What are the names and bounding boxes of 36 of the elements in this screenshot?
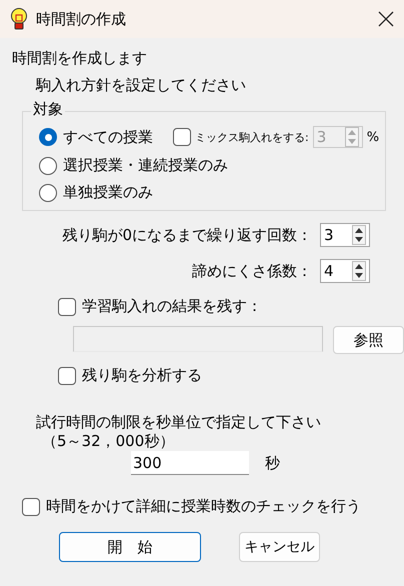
percent-unit: %	[366, 130, 380, 144]
dialog-button[interactable]: キャンセル	[239, 532, 320, 562]
number-spinbox[interactable]: 4	[320, 259, 370, 283]
dialog-button[interactable]: 開 始	[59, 532, 201, 562]
checkbox-label[interactable]: 時間をかけて詳細に授業時数のチェックを行う	[46, 497, 361, 516]
radio-button[interactable]	[39, 184, 57, 202]
number-spinbox[interactable]: 3	[320, 223, 370, 247]
mix-label: ミックス駒入れをする:	[195, 130, 309, 144]
checkbox[interactable]	[22, 498, 40, 516]
time-limit-text: 試行時間の制限を秒単位で指定して下さい	[36, 413, 322, 432]
window-title: 時間割の作成	[36, 10, 127, 28]
spin-value: 3	[316, 128, 328, 146]
group-legend: 対象	[31, 100, 65, 119]
instruction-text: 駒入れ方針を設定してください	[36, 76, 247, 95]
spin-arrows-icon[interactable]	[352, 261, 366, 281]
radio-label[interactable]: 選択授業・連続授業のみ	[63, 156, 228, 175]
range-text: （5～32，000秒）	[42, 432, 176, 451]
spin-value: 4	[324, 262, 335, 280]
light-bulb-icon	[10, 8, 28, 30]
seconds-input[interactable]: 300	[131, 451, 249, 475]
checkbox-label[interactable]: 残り駒を分析する	[82, 366, 202, 385]
spinner-label: 諦めにくさ係数：	[192, 262, 312, 280]
checkbox-label[interactable]: 学習駒入れの結果を残す：	[82, 297, 262, 316]
radio-button[interactable]	[39, 156, 57, 174]
seconds-unit: 秒	[265, 454, 280, 472]
spin-arrows-icon[interactable]	[352, 225, 366, 245]
radio-label[interactable]: 単独授業のみ	[63, 183, 153, 202]
spinner-label: 残り駒が0になるまで繰り返す回数：	[62, 226, 312, 244]
checkbox[interactable]	[58, 366, 76, 384]
intro-text: 時間割を作成します	[12, 49, 148, 68]
radio-button[interactable]	[39, 128, 57, 146]
browse-button[interactable]: 参照	[333, 326, 404, 354]
radio-label[interactable]: すべての授業	[63, 128, 153, 146]
checkbox[interactable]	[58, 298, 76, 316]
close-icon[interactable]	[378, 11, 394, 27]
spin-value: 3	[324, 226, 335, 244]
